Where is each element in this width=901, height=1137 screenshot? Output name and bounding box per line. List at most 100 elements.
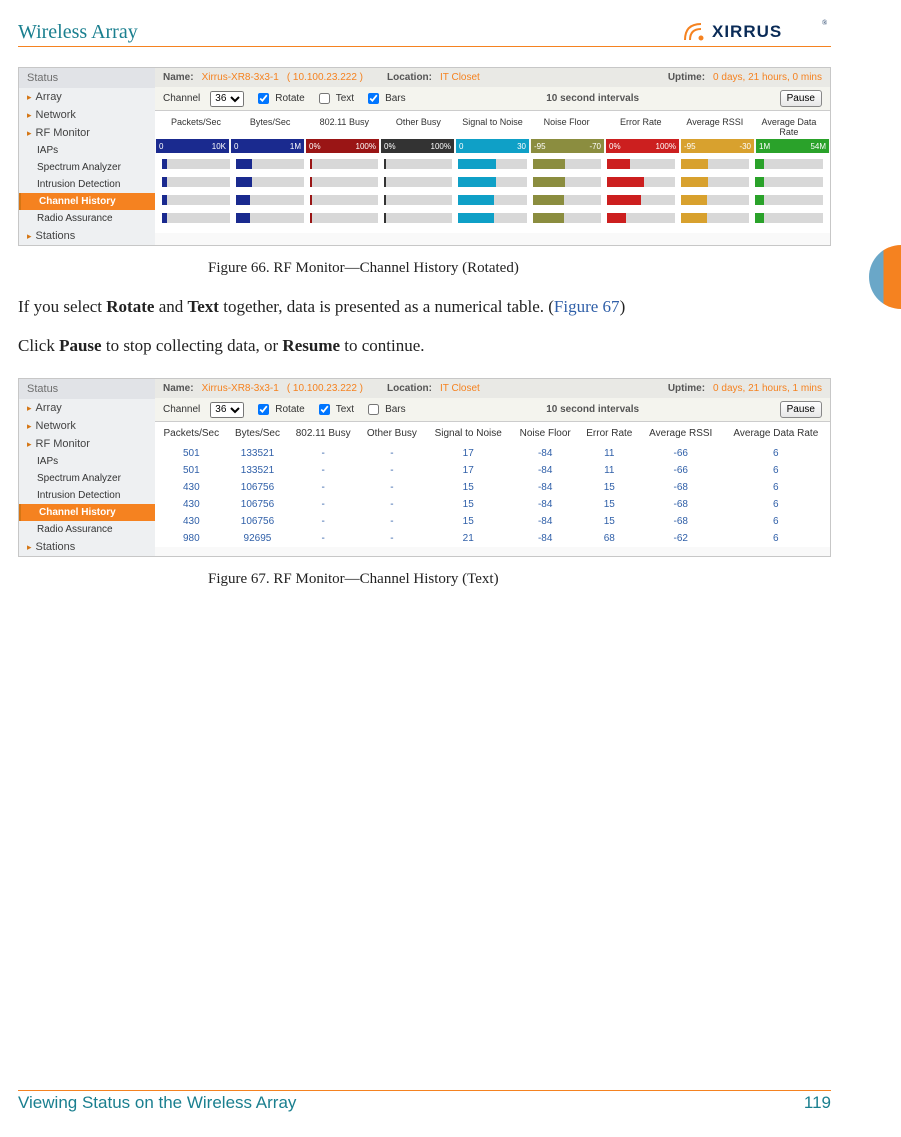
nav-head: Status <box>19 68 155 88</box>
nav-rfmonitor[interactable]: RF Monitor <box>19 435 155 453</box>
nav-ids[interactable]: Intrusion Detection <box>19 176 155 193</box>
nav-channel-history[interactable]: Channel History <box>19 193 155 210</box>
paragraph-1: If you select Rotate and Text together, … <box>18 295 831 320</box>
nav-network[interactable]: Network <box>19 417 155 435</box>
pause-button[interactable]: Pause <box>780 90 822 107</box>
svg-text:®: ® <box>822 19 828 27</box>
bar-cell <box>681 213 749 223</box>
table-cell: -66 <box>640 445 722 462</box>
column-header: Average RSSI <box>640 422 722 445</box>
table-cell: -84 <box>512 513 579 530</box>
nav-radio[interactable]: Radio Assurance <box>19 521 155 538</box>
text-check[interactable]: Text <box>315 90 354 107</box>
column-headers: Packets/SecBytes/Sec802.11 BusyOther Bus… <box>155 111 830 139</box>
control-row: Channel 36 Rotate Text Bars 10 second in… <box>155 87 830 111</box>
bar-cell <box>162 195 230 205</box>
figure-67-link[interactable]: Figure 67 <box>554 297 620 316</box>
nav-spectrum[interactable]: Spectrum Analyzer <box>19 159 155 176</box>
table-cell: 6 <box>722 479 830 496</box>
rotate-check[interactable]: Rotate <box>254 90 304 107</box>
nav-stations[interactable]: Stations <box>19 538 155 556</box>
table-row: 430106756--15-8415-686 <box>155 496 830 513</box>
column-header: Average Data Rate <box>752 117 826 137</box>
table-cell: - <box>359 530 425 547</box>
bars-check[interactable]: Bars <box>364 401 406 418</box>
loc-label: Location: <box>387 72 432 83</box>
text-check[interactable]: Text <box>315 401 354 418</box>
table-cell: -68 <box>640 513 722 530</box>
nav-array[interactable]: Array <box>19 399 155 417</box>
bar-cell <box>236 213 304 223</box>
table-cell: 6 <box>722 462 830 479</box>
column-header: Other Busy <box>359 422 425 445</box>
nav-radio[interactable]: Radio Assurance <box>19 210 155 227</box>
column-header: Error Rate <box>579 422 640 445</box>
up-label: Uptime: <box>668 72 705 83</box>
table-row: 501133521--17-8411-666 <box>155 445 830 462</box>
table-cell: 15 <box>579 479 640 496</box>
table-cell: - <box>287 496 359 513</box>
table-cell: -66 <box>640 462 722 479</box>
bar-cell <box>607 213 675 223</box>
column-header: 802.11 Busy <box>287 422 359 445</box>
rotate-check[interactable]: Rotate <box>254 401 304 418</box>
channel-select[interactable]: 36 <box>210 402 244 418</box>
bar-cell <box>458 195 526 205</box>
table-cell: - <box>287 530 359 547</box>
nav-array[interactable]: Array <box>19 88 155 106</box>
bars-row <box>159 157 826 173</box>
nav-stations[interactable]: Stations <box>19 227 155 245</box>
xirrus-logo: XIRRUS ® <box>681 18 831 44</box>
table-row: 98092695--21-8468-626 <box>155 530 830 547</box>
bar-cell <box>755 195 823 205</box>
bar-cell <box>681 195 749 205</box>
table-cell: 15 <box>579 513 640 530</box>
table-cell: -84 <box>512 479 579 496</box>
bar-cell <box>384 213 452 223</box>
table-cell: 6 <box>722 496 830 513</box>
doc-title: Wireless Array <box>18 21 138 44</box>
bars-check[interactable]: Bars <box>364 90 406 107</box>
loc-val: IT Closet <box>440 383 480 394</box>
bar-cell <box>458 213 526 223</box>
nav-network[interactable]: Network <box>19 106 155 124</box>
up-val: 0 days, 21 hours, 0 mins <box>713 72 822 83</box>
table-cell: 6 <box>722 513 830 530</box>
info-row: Name: Xirrus-XR8-3x3-1 ( 10.100.23.222 )… <box>155 68 830 87</box>
column-header: Average RSSI <box>678 117 752 137</box>
name-label: Name: <box>163 72 194 83</box>
column-header: Noise Floor <box>530 117 604 137</box>
table-cell: - <box>359 496 425 513</box>
up-label: Uptime: <box>668 383 705 394</box>
column-header: Bytes/Sec <box>233 117 307 137</box>
pause-button[interactable]: Pause <box>780 401 822 418</box>
nav-head: Status <box>19 379 155 399</box>
channel-label: Channel <box>163 404 200 415</box>
name-label: Name: <box>163 383 194 394</box>
nav-ids[interactable]: Intrusion Detection <box>19 487 155 504</box>
nav-channel-history[interactable]: Channel History <box>19 504 155 521</box>
nav-iaps[interactable]: IAPs <box>19 142 155 159</box>
bar-cell <box>384 195 452 205</box>
table-cell: 11 <box>579 445 640 462</box>
name-val: Xirrus-XR8-3x3-1 <box>202 72 279 83</box>
table-cell: 15 <box>425 513 512 530</box>
channel-select[interactable]: 36 <box>210 91 244 107</box>
nav-iaps[interactable]: IAPs <box>19 453 155 470</box>
bar-cell <box>681 177 749 187</box>
table-cell: 133521 <box>228 462 288 479</box>
table-cell: 430 <box>155 496 228 513</box>
bar-cell <box>755 213 823 223</box>
nav-rfmonitor[interactable]: RF Monitor <box>19 124 155 142</box>
page-number: 119 <box>804 1093 831 1113</box>
table-cell: - <box>287 445 359 462</box>
bars-body <box>155 153 830 233</box>
nav-spectrum[interactable]: Spectrum Analyzer <box>19 470 155 487</box>
table-cell: -68 <box>640 479 722 496</box>
scale-cell: 010K <box>156 139 229 153</box>
table-cell: 92695 <box>228 530 288 547</box>
bars-row <box>159 193 826 209</box>
channel-label: Channel <box>163 93 200 104</box>
bar-cell <box>533 195 601 205</box>
figure-67: Status Array Network RF Monitor IAPs Spe… <box>18 378 831 588</box>
